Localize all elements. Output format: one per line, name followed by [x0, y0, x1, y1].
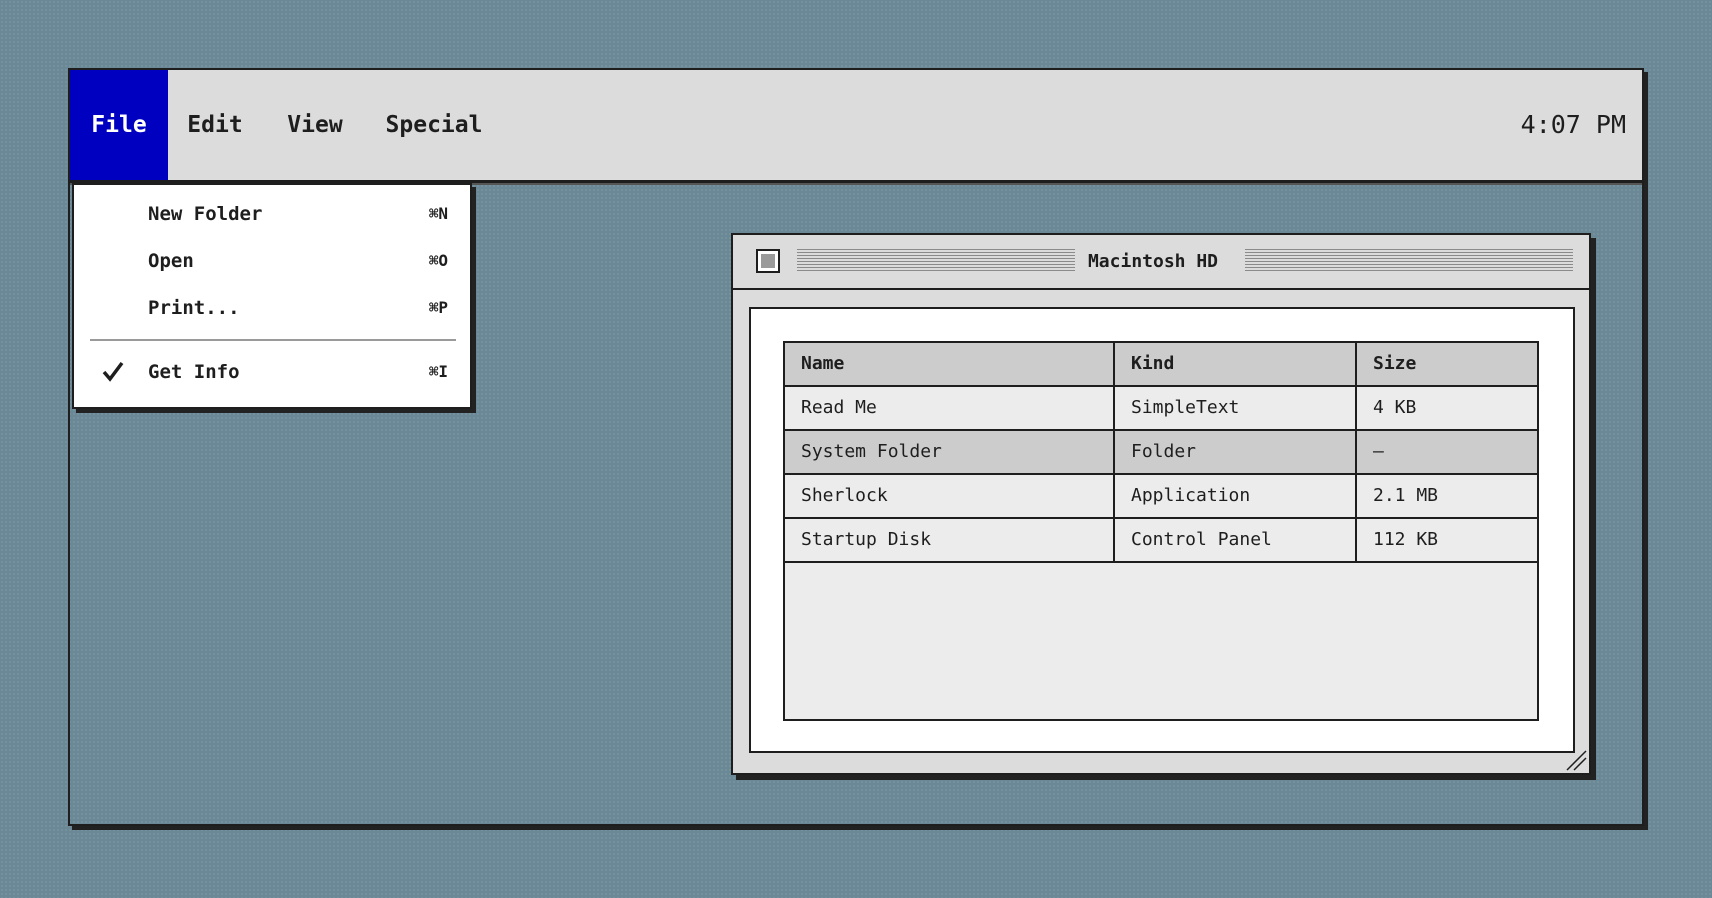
menu-item-new-folder[interactable]: New Folder ⌘N — [74, 192, 470, 236]
column-header-size[interactable]: Size — [1357, 343, 1537, 385]
menu-bar-clock: 4:07 PM — [1520, 110, 1626, 139]
menu-item-shortcut: ⌘N — [428, 204, 448, 223]
menu-special[interactable]: Special — [382, 70, 486, 180]
menu-item-shortcut: ⌘P — [428, 298, 448, 317]
menu-edit[interactable]: Edit — [180, 70, 250, 180]
title-bar-stripes — [797, 249, 1075, 273]
row-name: Sherlock — [785, 475, 1115, 517]
menu-item-print[interactable]: Print... ⌘P — [74, 286, 470, 330]
list-header-row: Name Kind Size — [785, 343, 1537, 387]
row-kind: Control Panel — [1115, 519, 1357, 561]
list-row[interactable]: Sherlock Application 2.1 MB — [785, 475, 1537, 519]
title-bar-stripes — [1245, 249, 1573, 273]
menu-file[interactable]: File — [70, 70, 168, 180]
row-kind: Application — [1115, 475, 1357, 517]
checkmark-icon — [102, 350, 126, 394]
row-name: Startup Disk — [785, 519, 1115, 561]
window-content: Name Kind Size Read Me SimpleText 4 KB S… — [749, 307, 1575, 753]
file-list: Name Kind Size Read Me SimpleText 4 KB S… — [783, 341, 1539, 721]
column-header-kind[interactable]: Kind — [1115, 343, 1357, 385]
row-name: Read Me — [785, 387, 1115, 429]
row-kind: SimpleText — [1115, 387, 1357, 429]
menu-item-label: New Folder — [148, 203, 263, 225]
list-row-selected[interactable]: System Folder Folder – — [785, 431, 1537, 475]
close-box-icon[interactable] — [756, 249, 780, 273]
menu-bar: File Edit View Special 4:07 PM — [70, 70, 1642, 183]
menu-item-shortcut: ⌘O — [428, 251, 448, 270]
row-size: 2.1 MB — [1373, 485, 1439, 506]
menu-item-label: Print... — [148, 297, 240, 319]
menu-item-shortcut: ⌘I — [428, 362, 448, 381]
list-row[interactable]: Startup Disk Control Panel 112 KB — [785, 519, 1537, 563]
finder-window: Macintosh HD Name Kind Size Read Me Simp… — [731, 233, 1591, 775]
row-kind: Folder — [1115, 431, 1357, 473]
file-dropdown-menu: New Folder ⌘N Open ⌘O Print... ⌘P Get In… — [72, 183, 472, 409]
row-size: 4 KB — [1373, 397, 1417, 418]
column-header-name[interactable]: Name — [785, 343, 1115, 385]
menu-item-get-info[interactable]: Get Info ⌘I — [74, 350, 470, 394]
menu-item-open[interactable]: Open ⌘O — [74, 239, 470, 283]
window-title: Macintosh HD — [1078, 235, 1228, 288]
window-title-bar[interactable]: Macintosh HD — [733, 235, 1589, 290]
menu-item-label: Open — [148, 250, 194, 272]
row-size: 112 KB — [1373, 529, 1439, 550]
resize-grip-icon[interactable] — [1565, 749, 1587, 771]
row-size: – — [1373, 441, 1384, 462]
list-row[interactable]: Read Me SimpleText 4 KB — [785, 387, 1537, 431]
menu-separator — [90, 339, 456, 341]
row-name: System Folder — [785, 431, 1115, 473]
menu-view[interactable]: View — [280, 70, 350, 180]
menu-item-label: Get Info — [148, 361, 240, 383]
